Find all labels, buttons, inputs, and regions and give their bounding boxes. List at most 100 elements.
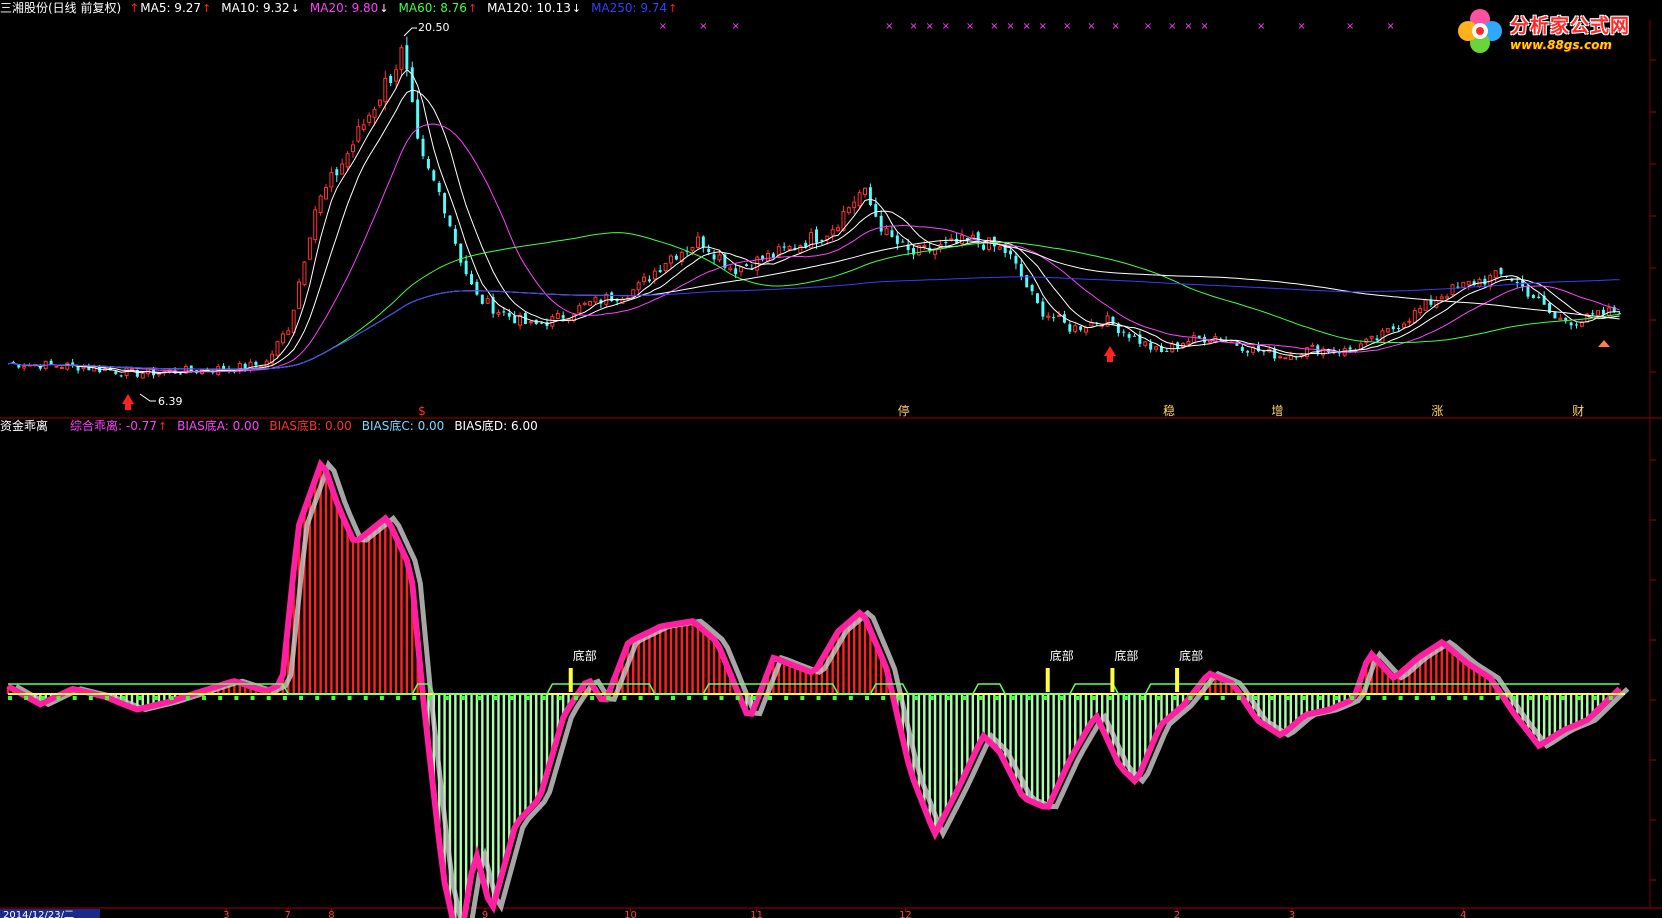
top-x-marker: × xyxy=(659,21,667,32)
candle xyxy=(895,235,899,244)
candle xyxy=(1499,268,1503,275)
bias-dot xyxy=(460,696,465,700)
bias-dot xyxy=(945,696,950,700)
candle xyxy=(432,170,436,181)
candle xyxy=(647,279,651,282)
bias-dot xyxy=(1544,696,1549,700)
main-indicator-4: MA120: 10.13↓ xyxy=(487,0,581,17)
candle xyxy=(1240,347,1244,351)
candle xyxy=(1397,328,1401,330)
bias-indicator-area[interactable] xyxy=(6,458,1630,918)
arrow-up-icon: ↑ xyxy=(668,1,678,15)
bias-dot xyxy=(800,696,805,700)
bottom-signal-label: 底部 xyxy=(1179,648,1203,663)
candle xyxy=(507,312,511,317)
candle xyxy=(129,368,134,371)
bias-dot xyxy=(638,696,643,700)
candle xyxy=(1165,350,1169,352)
arrow-up-icon: ↑ xyxy=(157,419,168,433)
candle xyxy=(1385,328,1390,333)
candle xyxy=(1256,345,1260,352)
date-cursor-label: 2014/12/23/二 xyxy=(3,910,74,918)
candle xyxy=(663,262,668,272)
bias-dot xyxy=(347,696,352,700)
low-price-pointer xyxy=(139,393,156,402)
candle xyxy=(502,311,506,313)
right-axis-ticks xyxy=(1650,59,1656,881)
main-indicator-label: MA60: 8.76 xyxy=(398,0,467,15)
candle xyxy=(1273,348,1277,359)
event-marker: $ xyxy=(418,404,426,418)
candle xyxy=(291,309,296,333)
bias-dot xyxy=(444,696,449,700)
candle xyxy=(297,281,302,309)
candle xyxy=(863,187,867,196)
main-indicator-5: MA250: 9.74↑ xyxy=(591,0,677,17)
candle xyxy=(114,371,118,374)
candle xyxy=(701,236,705,248)
top-x-marker: × xyxy=(885,21,893,32)
candle xyxy=(1402,323,1406,328)
candle xyxy=(577,305,582,314)
bias-dot xyxy=(72,696,77,700)
main-indicator-0: MA5: 9.27↑ xyxy=(140,0,211,17)
candle xyxy=(416,99,420,139)
candle xyxy=(890,230,894,237)
main-panel-title: 三湘股份(日线 前复权) xyxy=(0,1,122,15)
candle xyxy=(1591,313,1595,315)
chart-window[interactable]: × × × × × × × × × × × × × × × × × × × × × × × 20.50 6.39 $ 停 稳 增 涨… xyxy=(0,0,1662,918)
candle xyxy=(879,215,883,232)
candle xyxy=(81,366,86,370)
candle xyxy=(1553,311,1557,319)
bias-dot xyxy=(1479,696,1484,700)
logo-text-block: 分析家公式网 www.88gs.com xyxy=(1510,11,1630,52)
high-price-label: 20.50 xyxy=(418,21,450,34)
candle xyxy=(642,276,647,282)
bias-dot xyxy=(315,696,320,700)
candlestick-area[interactable] xyxy=(11,36,1622,410)
candle xyxy=(71,362,75,365)
candle xyxy=(485,298,490,304)
candle xyxy=(470,274,474,285)
candle xyxy=(528,321,533,324)
top-x-marker: × xyxy=(1346,21,1354,32)
bias-dot xyxy=(1447,696,1452,700)
bias-dot xyxy=(509,696,514,700)
bias-dot xyxy=(622,696,627,700)
candle xyxy=(1041,301,1045,317)
bias-dot xyxy=(1107,696,1112,700)
candle xyxy=(874,204,878,217)
date-tick-label: 3 xyxy=(223,910,229,918)
sub-indicator-2: BIAS底B: 0.00 xyxy=(269,418,351,435)
candle xyxy=(787,245,792,250)
candle xyxy=(1369,335,1374,339)
bias-dot xyxy=(1156,696,1161,700)
bias-dot xyxy=(105,696,110,700)
bias-dot xyxy=(751,696,756,700)
candle xyxy=(443,193,447,214)
candle xyxy=(22,365,27,369)
candle xyxy=(1009,250,1013,255)
candle xyxy=(189,365,193,372)
candle xyxy=(1030,285,1034,292)
sub-panel-header: 资金乖离 综合乖离: -0.77↑ BIAS底A: 0.00 BIAS底B: 0.0… xyxy=(0,418,556,434)
candle xyxy=(717,254,722,261)
candle xyxy=(798,245,803,253)
candle xyxy=(658,270,662,273)
candle xyxy=(448,215,452,227)
site-logo[interactable]: 分析家公式网 www.88gs.com xyxy=(1456,4,1652,58)
sub-indicator-label: BIAS底B: 0.00 xyxy=(269,418,352,433)
candle xyxy=(555,312,560,320)
bias-dot xyxy=(1204,696,1209,700)
bias-dot xyxy=(379,696,384,700)
bias-dot xyxy=(654,696,659,700)
bias-dot xyxy=(282,696,287,700)
bias-dot xyxy=(1463,696,1468,700)
candle xyxy=(318,195,323,213)
date-tick-label: 4 xyxy=(1460,910,1466,918)
bottom-signal-label: 底部 xyxy=(1114,648,1138,663)
top-x-markers: × × × × × × × × × × × × × × × × × × × × × × × xyxy=(659,21,1395,32)
bias-dot xyxy=(784,696,789,700)
candle xyxy=(1445,296,1450,299)
stock-chart[interactable]: × × × × × × × × × × × × × × × × × × × × × × × 20.50 6.39 $ 停 稳 增 涨… xyxy=(0,0,1662,918)
